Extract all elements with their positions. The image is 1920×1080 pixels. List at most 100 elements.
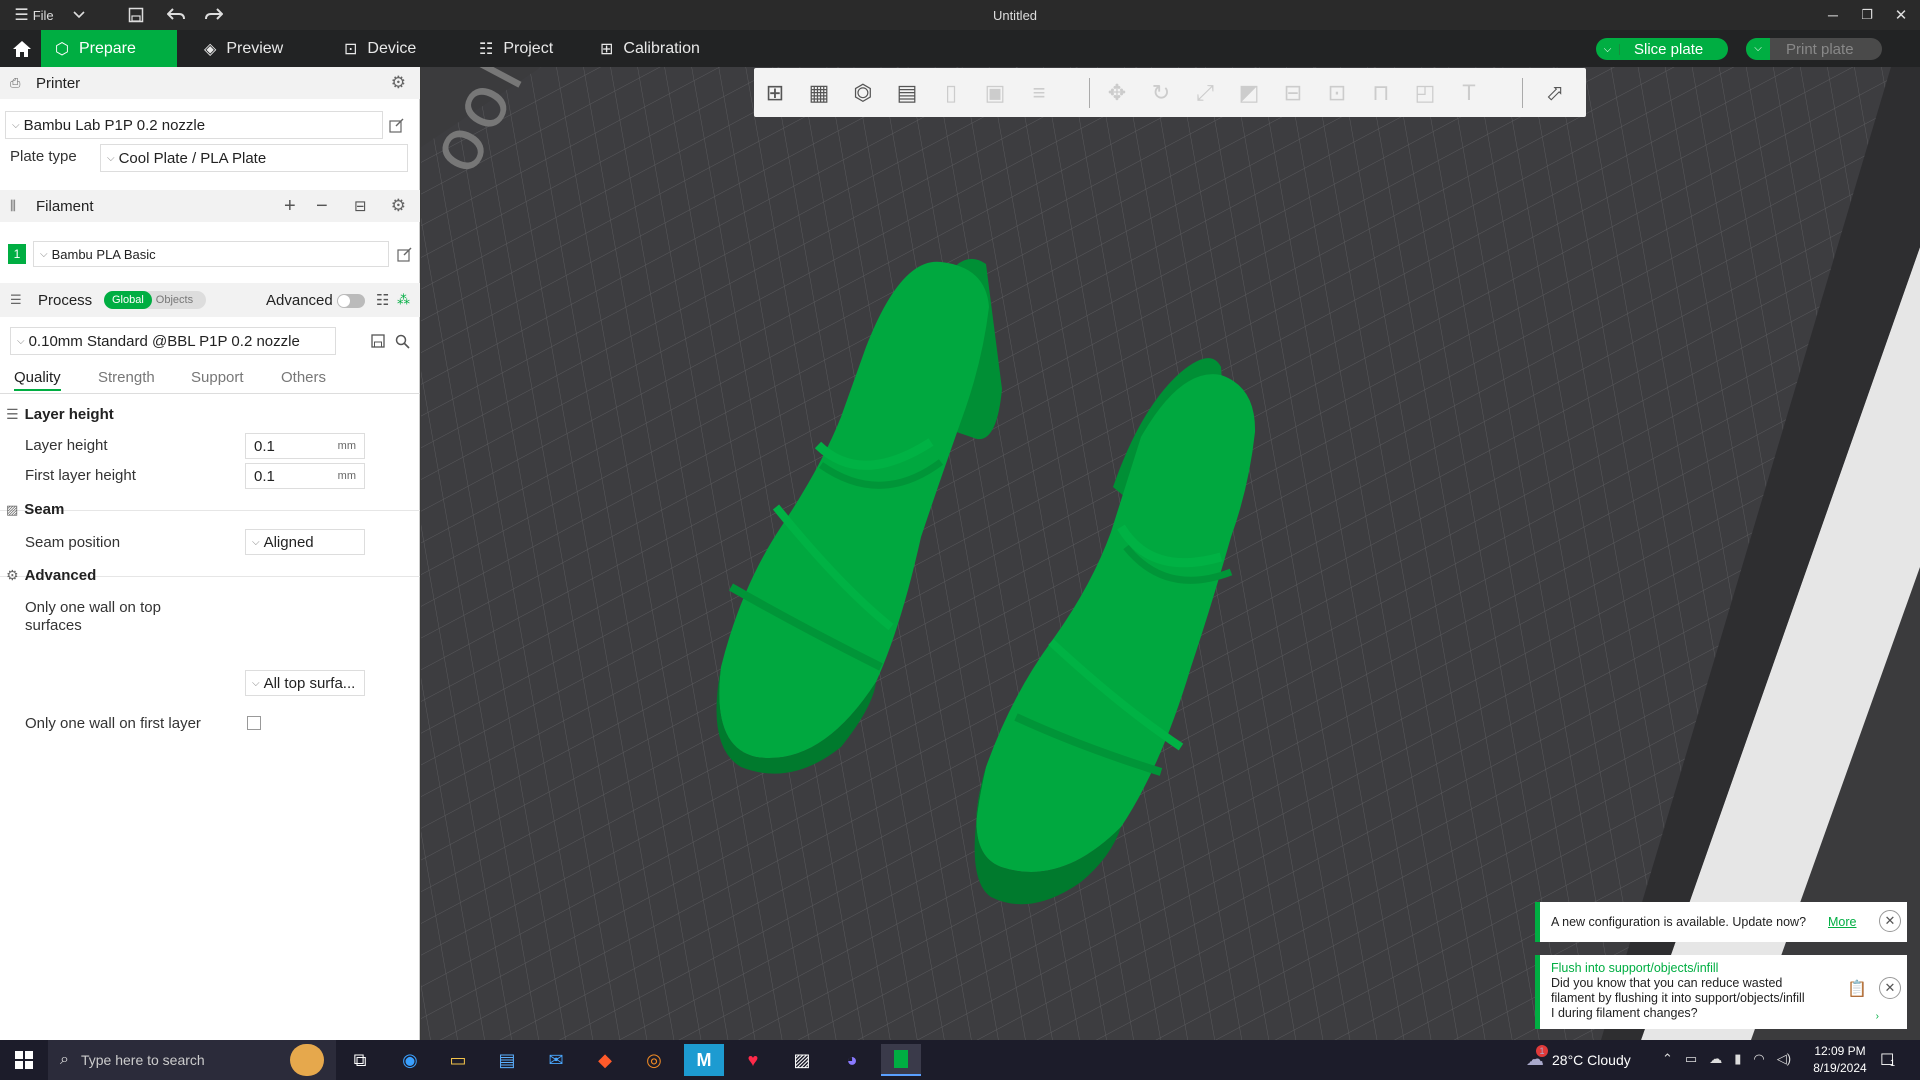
compare-icon[interactable]: ⁂ [397, 292, 410, 308]
next-tip-icon[interactable]: › [1876, 1011, 1879, 1022]
tab-quality[interactable]: Quality [14, 369, 61, 391]
paint-icon[interactable]: ▨ [782, 1044, 822, 1076]
printer-select[interactable]: ⌵ Bambu Lab P1P 0.2 nozzle [5, 111, 383, 139]
file-explorer-icon[interactable]: ▭ [438, 1044, 478, 1076]
taskbar-search[interactable]: ⌕ Type here to search [48, 1040, 336, 1080]
redo-icon[interactable] [202, 0, 226, 30]
undo-icon[interactable] [164, 0, 188, 30]
settings-sidebar: ⎙ Printer ⚙ ⌵ Bambu Lab P1P 0.2 nozzle P… [0, 67, 420, 1040]
rotate-icon[interactable]: ↻ [1144, 76, 1178, 110]
gear-icon[interactable]: ⚙ [391, 196, 406, 216]
edit-printer-icon[interactable] [386, 115, 406, 135]
tab-prepare-label: Prepare [78, 39, 136, 57]
mail-icon[interactable]: ✉ [536, 1044, 576, 1076]
chevron-down-icon[interactable]: ⌵ [1596, 43, 1620, 55]
tab-project[interactable]: ☷ Project [465, 30, 575, 67]
auto-orient-icon[interactable]: ⏣ [846, 76, 880, 110]
add-object-icon[interactable]: ⊞ [758, 76, 792, 110]
tab-others[interactable]: Others [281, 369, 326, 386]
layer-editing-icon[interactable]: ≡ [1022, 76, 1056, 110]
tab-device[interactable]: ⊡ Device [330, 30, 440, 67]
search-icon[interactable] [392, 331, 412, 351]
list-icon[interactable]: ☷ [376, 291, 389, 309]
remove-filament-icon[interactable]: − [316, 195, 328, 218]
global-objects-toggle[interactable]: Global Objects [104, 291, 206, 309]
filament-slot-color[interactable]: 1 [8, 244, 26, 264]
one-wall-top-select[interactable]: ⌵ All top surfa... [245, 670, 365, 696]
close-icon[interactable]: ✕ [1888, 0, 1914, 30]
app-heart-icon[interactable]: ♥ [733, 1044, 773, 1076]
split-objects-icon[interactable]: ▯ [934, 76, 968, 110]
filament-sync-icon[interactable]: ⊟ [354, 197, 367, 215]
add-filament-icon[interactable]: + [284, 195, 296, 218]
seam-position-value: Aligned [263, 533, 314, 551]
file-menu[interactable]: ☰ File [10, 0, 58, 30]
one-wall-first-layer-checkbox[interactable] [247, 716, 261, 730]
restore-icon[interactable]: ❐ [1854, 0, 1880, 30]
chevron-down-icon[interactable] [68, 0, 90, 30]
notification-center-icon[interactable]: ☐ 1 [1880, 1050, 1895, 1070]
toggle-global[interactable]: Global [104, 291, 152, 309]
first-layer-height-input[interactable]: 0.1 mm [245, 463, 365, 489]
seam-paint-icon[interactable]: ⊓ [1364, 76, 1398, 110]
clipboard-icon[interactable]: 📋 [1847, 979, 1867, 999]
edit-filament-icon[interactable] [394, 244, 414, 264]
app-m-icon[interactable]: M [684, 1044, 724, 1076]
cube-icon: ⬡ [55, 40, 69, 58]
bambu-studio-icon[interactable] [881, 1044, 921, 1076]
mesh-boolean-icon[interactable]: ◰ [1408, 76, 1442, 110]
3d-viewport[interactable]: ool Pl [421, 67, 1920, 1040]
assembly-view-icon[interactable]: ⬀ [1538, 76, 1572, 110]
store-icon[interactable]: ▤ [487, 1044, 527, 1076]
lay-on-face-icon[interactable]: ◩ [1232, 76, 1266, 110]
arrange-icon[interactable]: ▤ [890, 76, 924, 110]
move-icon[interactable]: ✥ [1100, 76, 1134, 110]
tab-support[interactable]: Support [191, 369, 244, 386]
support-paint-icon[interactable]: ⊡ [1320, 76, 1354, 110]
onedrive-icon[interactable]: ☁ [1709, 1051, 1722, 1067]
minimize-icon[interactable]: ─ [1820, 0, 1846, 30]
save-icon[interactable] [125, 0, 147, 30]
device-icon[interactable]: ▭ [1685, 1051, 1697, 1067]
toggle-objects[interactable]: Objects [152, 291, 197, 309]
print-plate-button[interactable]: ⌵ Print plate [1746, 38, 1882, 60]
text-emboss-icon[interactable]: T [1452, 76, 1486, 110]
close-icon[interactable]: ✕ [1879, 977, 1901, 999]
tab-preview[interactable]: ◈ Preview [190, 30, 310, 67]
volume-icon[interactable]: ◁) [1777, 1051, 1791, 1067]
layer-height-input[interactable]: 0.1 mm [245, 433, 365, 459]
task-view-icon[interactable]: ⧉ [340, 1044, 380, 1076]
save-preset-icon[interactable] [368, 331, 388, 351]
build-plate-scene[interactable] [421, 67, 1920, 1040]
weather-widget[interactable]: ☁ 1 28°C Cloudy [1526, 1045, 1631, 1070]
discord-icon[interactable]: ◕ [832, 1044, 872, 1076]
brave-icon[interactable]: ◆ [585, 1044, 625, 1076]
wifi-icon[interactable]: ◠ [1753, 1051, 1764, 1067]
tab-prepare[interactable]: ⬡ Prepare [41, 30, 177, 67]
filament-select[interactable]: ⌵ Bambu PLA Basic [33, 241, 389, 267]
tab-strength[interactable]: Strength [98, 369, 155, 386]
close-icon[interactable]: ✕ [1879, 910, 1901, 932]
battery-icon[interactable]: ▮ [1734, 1051, 1741, 1067]
advanced-switch[interactable] [337, 294, 365, 308]
chevron-up-icon[interactable]: ⌃ [1662, 1051, 1673, 1067]
chevron-down-icon[interactable]: ⌵ [1746, 38, 1770, 60]
tab-calibration[interactable]: ⊞ Calibration [586, 30, 726, 67]
plate-type-select[interactable]: ⌵ Cool Plate / PLA Plate [100, 144, 408, 172]
gear-icon[interactable]: ⚙ [391, 73, 406, 93]
slice-plate-button[interactable]: ⌵ Slice plate [1596, 38, 1728, 60]
config-more-link[interactable]: More [1828, 915, 1856, 929]
home-icon[interactable] [4, 30, 40, 67]
seam-position-select[interactable]: ⌵ Aligned [245, 529, 365, 555]
process-preset-select[interactable]: ⌵ 0.10mm Standard @BBL P1P 0.2 nozzle [10, 327, 336, 355]
one-wall-top-label-line2: surfaces [25, 617, 82, 634]
split-parts-icon[interactable]: ▣ [978, 76, 1012, 110]
edge-icon[interactable]: ◉ [390, 1044, 430, 1076]
clock[interactable]: 12:09 PM 8/19/2024 [1800, 1043, 1880, 1077]
scale-icon[interactable]: ⤢ [1188, 76, 1222, 110]
blender-icon[interactable]: ◎ [634, 1044, 674, 1076]
add-plate-icon[interactable]: ▦ [802, 76, 836, 110]
windows-start-icon[interactable] [4, 1044, 44, 1076]
tab-calibration-label: Calibration [623, 39, 700, 57]
cut-icon[interactable]: ⊟ [1276, 76, 1310, 110]
